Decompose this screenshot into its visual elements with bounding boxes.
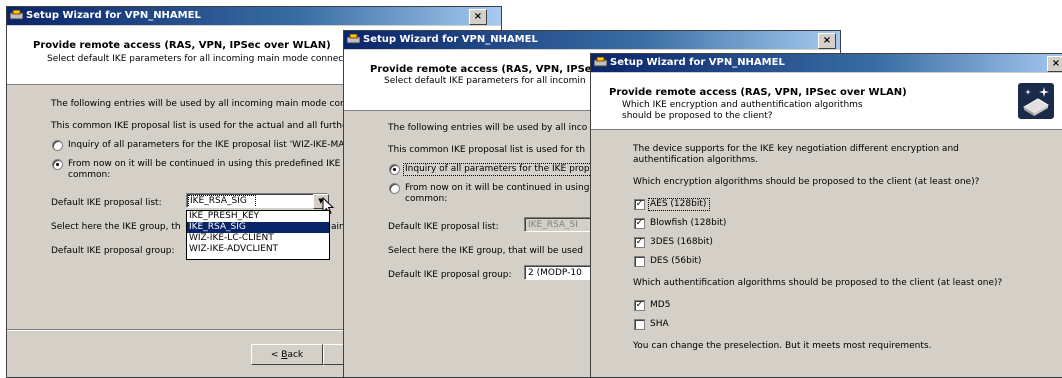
group-info-text: Select here the IKE group, that will be … [388, 246, 583, 256]
predefined-radio-label-cont: common: [405, 194, 448, 204]
back-label-rest: ack [287, 350, 304, 360]
sha-label[interactable]: SHA [650, 319, 669, 329]
inquiry-radio-label[interactable]: Inquiry of all parameters for the IKE pr… [403, 163, 630, 176]
inquiry-radio-label[interactable]: Inquiry of all parameters for the IKE pr… [68, 140, 344, 150]
predefined-radio-label-cont: common: [68, 170, 111, 180]
title-bar[interactable]: Setup Wizard for VPN_NHAMEL [591, 54, 1062, 72]
aes-checkbox[interactable]: ✓ [634, 199, 645, 210]
proposal-info-text: This common IKE proposal list is used fo… [51, 121, 348, 131]
page-heading: Provide remote access (RAS, VPN, IPSe [370, 64, 592, 75]
page-subheading: Which IKE encryption and authentificatio… [622, 100, 863, 110]
aes-focus [648, 198, 710, 211]
group-label: Default IKE proposal group: [51, 246, 175, 256]
intro-text: The following entries will be used by al… [51, 99, 352, 109]
group-info-text: Select here the IKE group, th [51, 222, 181, 232]
dropdown-option-0[interactable]: IKE_PRESH_KEY [187, 211, 329, 222]
group-label: Default IKE proposal group: [388, 270, 512, 280]
md5-checkbox[interactable]: ✓ [634, 300, 645, 311]
title-bar[interactable]: Setup Wizard for VPN_NHAMEL [7, 7, 501, 25]
blowfish-checkbox[interactable]: ✓ [634, 218, 645, 229]
auth-question: Which authentification algorithms should… [633, 278, 1003, 288]
page-subheading-cont: should be proposed to the client? [622, 111, 773, 121]
proposal-list-label: Default IKE proposal list: [51, 198, 162, 208]
dropdown-option-3[interactable]: WIZ-IKE-ADVCLIENT [187, 244, 329, 255]
des-label[interactable]: DES (56bit) [650, 256, 701, 266]
proposal-list-select[interactable]: IKE_RSA_SIG [186, 193, 328, 208]
predefined-radio[interactable] [389, 183, 400, 194]
encryption-question: Which encryption algorithms should be pr… [633, 177, 980, 187]
sha-checkbox[interactable] [634, 319, 645, 330]
wizard-app-icon [347, 33, 360, 43]
aes-label[interactable]: AES (128bit) [648, 198, 710, 211]
blowfish-label[interactable]: Blowfish (128bit) [650, 218, 726, 228]
dropdown-option-2[interactable]: WIZ-IKE-LC-CLIENT [187, 233, 329, 244]
dropdown-option-1[interactable]: IKE_RSA_SIG [187, 222, 329, 233]
inquiry-radio[interactable] [389, 164, 400, 175]
predefined-radio[interactable] [52, 159, 63, 170]
wizard-header: Provide remote access (RAS, VPN, IPSec o… [591, 73, 1062, 130]
wizard-window-3: Setup Wizard for VPN_NHAMEL × Provide re… [590, 53, 1062, 378]
page-subheading: Select default IKE parameters for all in… [384, 76, 586, 86]
title-bar[interactable]: Setup Wizard for VPN_NHAMEL [344, 31, 840, 49]
close-button[interactable]: × [469, 9, 487, 25]
vpn-wizard-icon [1018, 83, 1054, 119]
intro-text: The device supports for the IKE key nego… [633, 144, 959, 154]
proposal-list-value: IKE_RSA_SIG [190, 196, 247, 206]
intro-text-cont: authentification algorithms. [633, 155, 758, 165]
back-prefix: < [270, 350, 282, 360]
3des-label[interactable]: 3DES (168bit) [650, 237, 713, 247]
close-button[interactable]: × [818, 33, 836, 49]
window-title: Setup Wizard for VPN_NHAMEL [363, 34, 538, 45]
intro-text: The following entries will be used by al… [388, 123, 588, 133]
page-heading: Provide remote access (RAS, VPN, IPSec o… [33, 40, 331, 51]
page-heading: Provide remote access (RAS, VPN, IPSec o… [609, 87, 907, 98]
back-button[interactable]: < Back [251, 344, 323, 365]
window-title: Setup Wizard for VPN_NHAMEL [26, 10, 201, 21]
3des-checkbox[interactable]: ✓ [634, 237, 645, 248]
footer-note: You can change the preselection. But it … [633, 341, 932, 351]
wizard-app-icon [594, 56, 607, 66]
des-checkbox[interactable] [634, 256, 645, 267]
proposal-info-text: This common IKE proposal list is used fo… [388, 145, 586, 155]
window-title: Setup Wizard for VPN_NHAMEL [610, 57, 785, 68]
predefined-radio-label[interactable]: From now on it will be continued in usin… [405, 183, 589, 193]
page-subheading: Select default IKE parameters for all in… [47, 54, 344, 64]
predefined-radio-label[interactable]: From now on it will be continued in usin… [68, 159, 349, 169]
close-button[interactable]: × [1047, 56, 1062, 72]
proposal-dropdown-list: IKE_PRESH_KEY IKE_RSA_SIG WIZ-IKE-LC-CLI… [186, 210, 330, 260]
proposal-list-label: Default IKE proposal list: [388, 222, 499, 232]
inquiry-radio[interactable] [52, 140, 63, 151]
md5-label[interactable]: MD5 [650, 300, 670, 310]
wizard-app-icon [10, 9, 23, 19]
